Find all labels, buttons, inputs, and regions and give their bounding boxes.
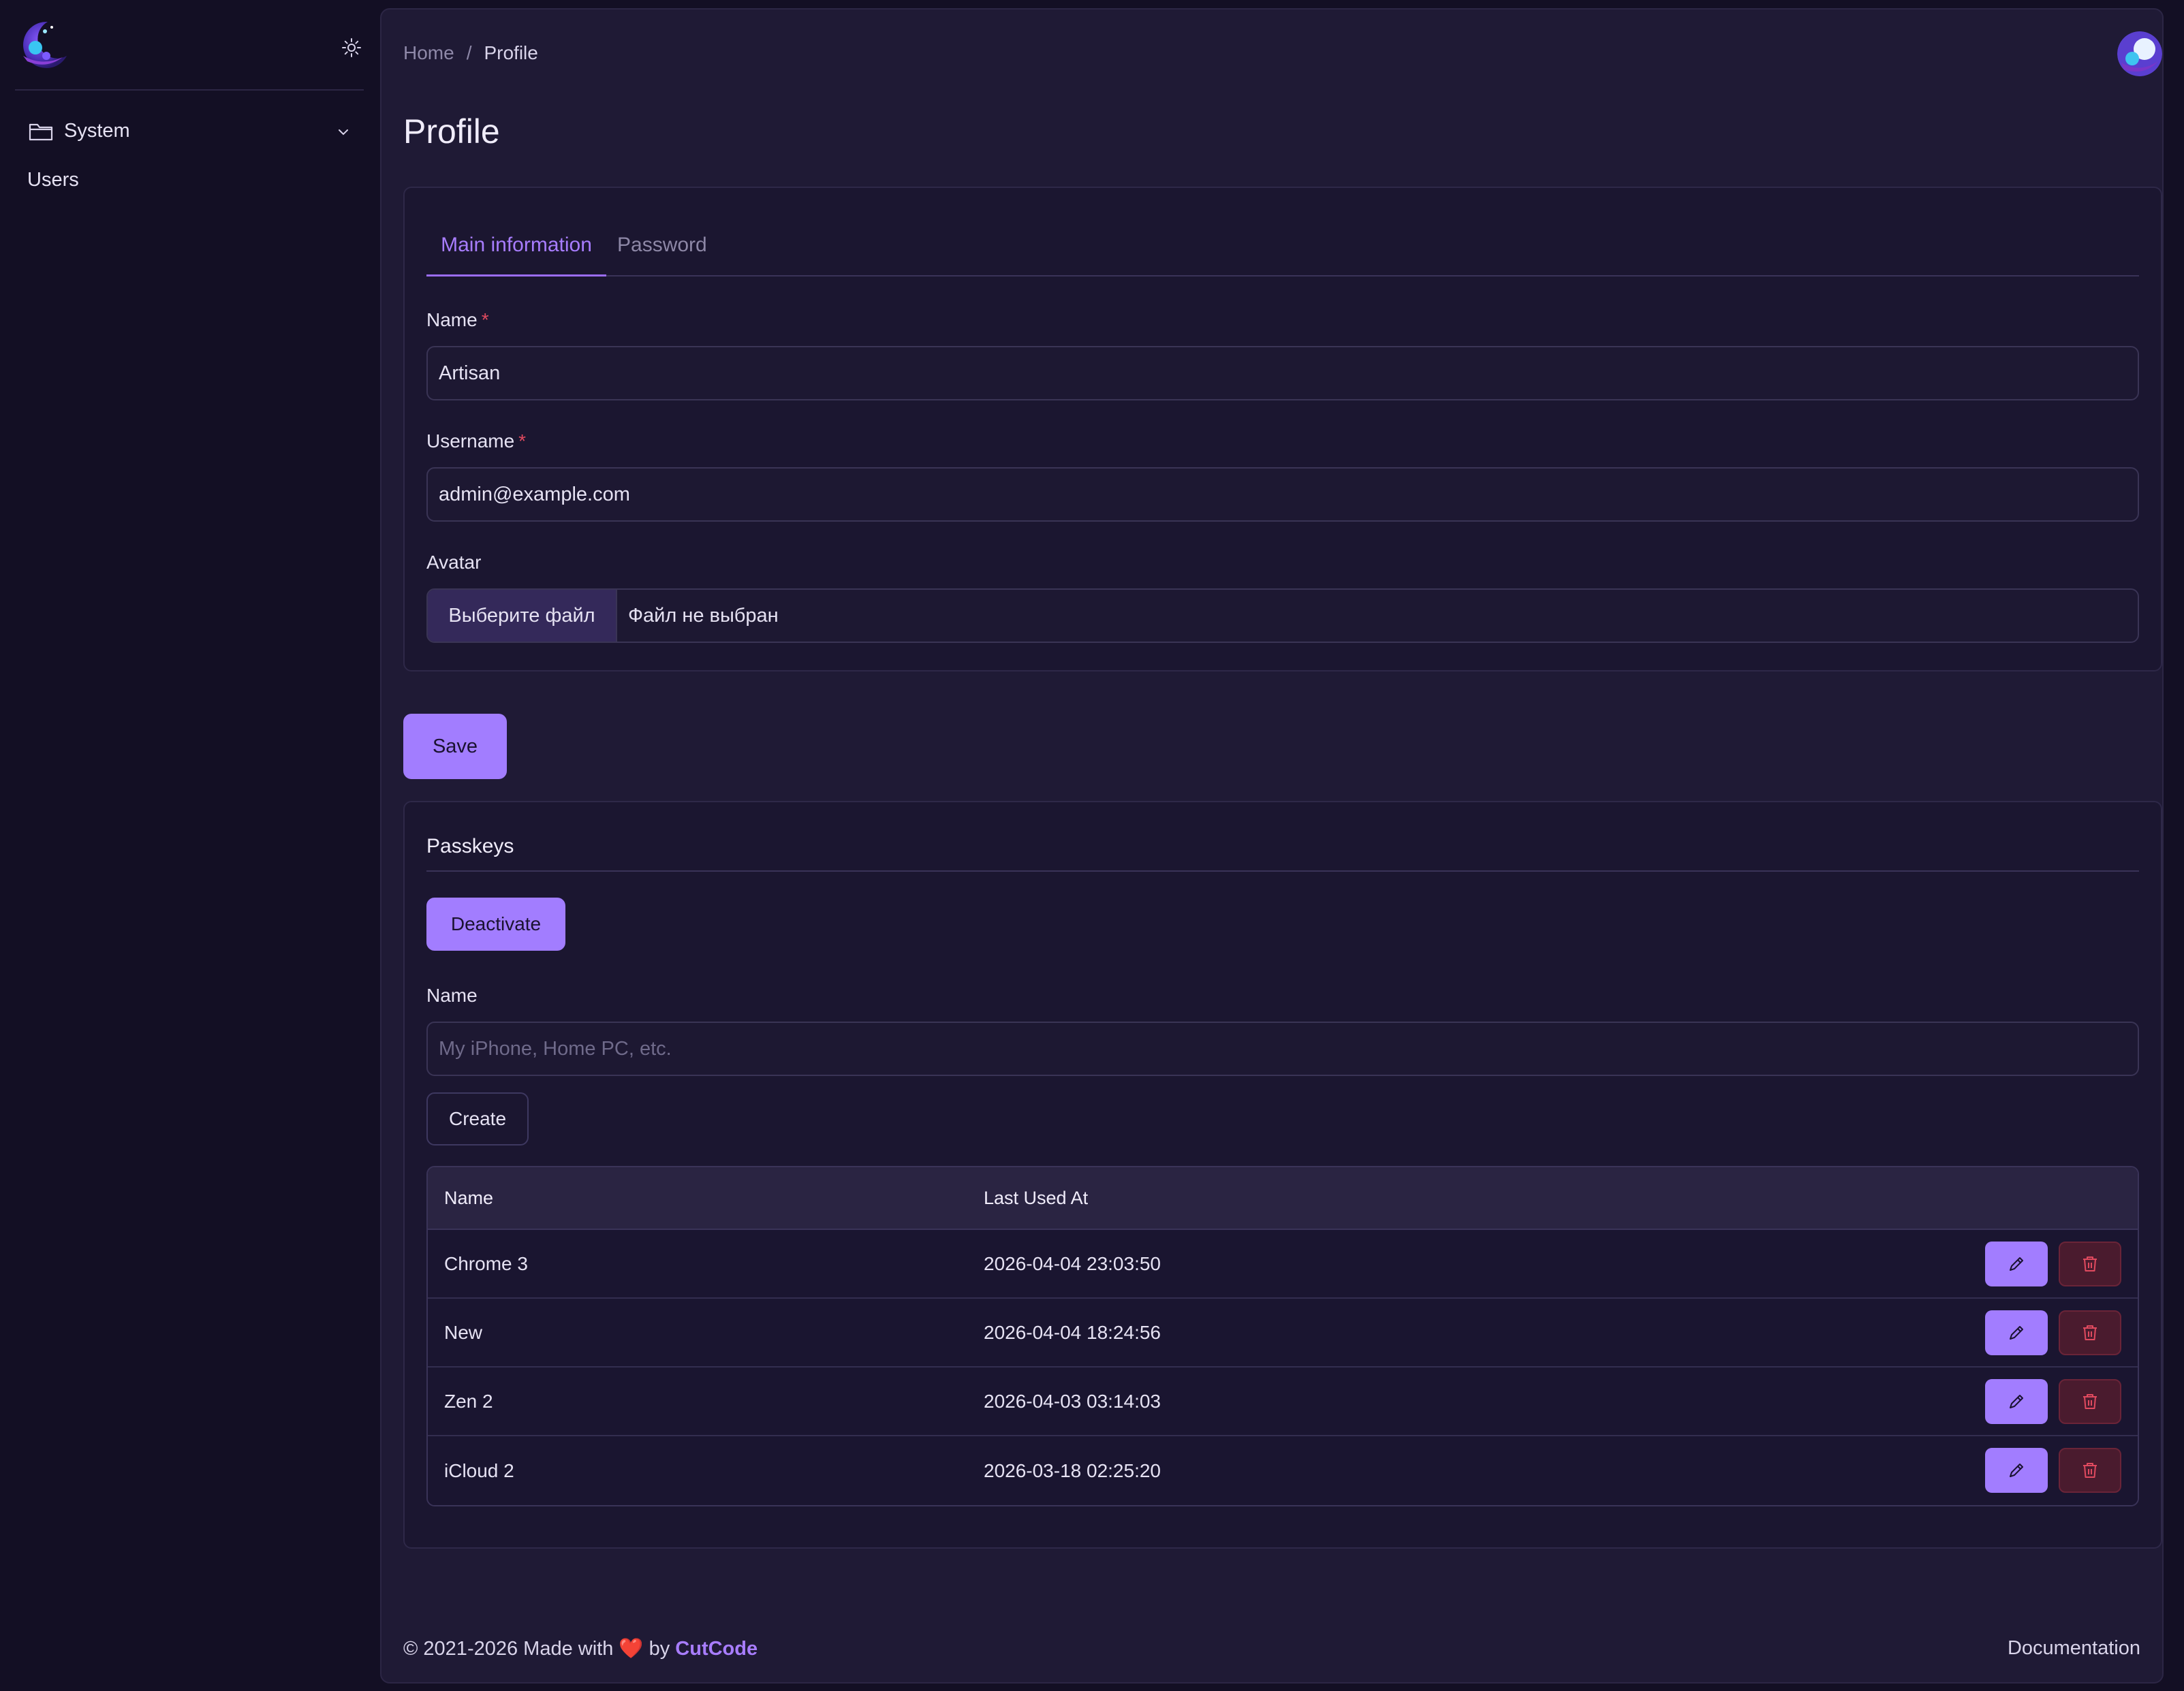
column-header-name: Name <box>444 1187 494 1208</box>
footer-copyright: © 2021-2026 Made with ❤️ by CutCode <box>403 1637 758 1660</box>
cell-last-used: 2026-04-03 03:14:03 <box>984 1390 1161 1412</box>
file-status: Файл не выбран <box>628 605 779 627</box>
avatar-file-input[interactable]: Выберите файл Файл не выбран <box>426 588 2139 643</box>
cell-name: Zen 2 <box>444 1390 493 1412</box>
tab-password[interactable]: Password <box>617 214 707 276</box>
breadcrumb-separator: / <box>466 42 472 63</box>
required-marker: * <box>481 309 489 330</box>
tab-main-information[interactable]: Main information <box>426 214 606 276</box>
passkey-name-input[interactable]: My iPhone, Home PC, etc. <box>426 1022 2139 1076</box>
table-row: iCloud 2 2026-03-18 02:25:20 <box>428 1436 2138 1505</box>
name-field[interactable]: Artisan <box>426 346 2139 400</box>
cell-last-used: 2026-04-04 23:03:50 <box>984 1252 1161 1274</box>
trash-icon <box>2083 1325 2097 1340</box>
row-actions <box>1985 1242 2121 1286</box>
name-label-text: Name <box>426 309 478 330</box>
heart-icon: ❤️ <box>619 1638 644 1660</box>
trash-icon <box>2083 1463 2097 1478</box>
user-avatar[interactable] <box>2117 31 2162 76</box>
sidebar-item-users[interactable]: Users <box>27 169 79 191</box>
create-button[interactable]: Create <box>426 1092 529 1145</box>
delete-button[interactable] <box>2059 1242 2121 1286</box>
profile-form-card: Main information Password Name * Artisan … <box>403 187 2162 671</box>
name-label: Name * <box>426 309 489 331</box>
column-header-last-used: Last Used At <box>984 1187 1089 1208</box>
row-actions <box>1985 1448 2121 1493</box>
pencil-icon <box>2010 1257 2023 1271</box>
username-field[interactable]: admin@example.com <box>426 467 2139 522</box>
delete-button[interactable] <box>2059 1448 2121 1493</box>
main-content: Home / Profile Profile Main information … <box>380 8 2164 1684</box>
row-actions <box>1985 1310 2121 1355</box>
save-button[interactable]: Save <box>403 714 507 779</box>
sidebar-divider <box>15 89 364 91</box>
table-header: Name Last Used At <box>428 1167 2138 1230</box>
pencil-icon <box>2010 1464 2023 1477</box>
sidebar: System Users <box>0 0 380 1691</box>
delete-button[interactable] <box>2059 1379 2121 1424</box>
required-marker: * <box>518 430 527 452</box>
username-label-text: Username <box>426 430 515 452</box>
sidebar-group-system[interactable]: System <box>15 109 364 153</box>
cell-last-used: 2026-03-18 02:25:20 <box>984 1459 1161 1481</box>
username-label: Username * <box>426 430 526 452</box>
cell-last-used: 2026-04-04 18:24:56 <box>984 1321 1161 1343</box>
sun-icon[interactable] <box>338 34 365 61</box>
chevron-down-icon <box>335 124 352 140</box>
row-actions <box>1985 1379 2121 1424</box>
breadcrumb-home[interactable]: Home <box>403 42 454 64</box>
copyright-text: © 2021-2026 Made with <box>403 1638 614 1660</box>
table-row: New 2026-04-04 18:24:56 <box>428 1299 2138 1368</box>
edit-button[interactable] <box>1985 1242 2048 1286</box>
page-title: Profile <box>403 112 500 151</box>
cell-name: New <box>444 1321 483 1343</box>
edit-button[interactable] <box>1985 1379 2048 1424</box>
passkeys-title: Passkeys <box>426 835 514 857</box>
edit-button[interactable] <box>1985 1310 2048 1355</box>
by-text: by <box>649 1638 670 1660</box>
folder-icon <box>27 117 54 144</box>
deactivate-button[interactable]: Deactivate <box>426 898 565 951</box>
cutcode-link[interactable]: CutCode <box>675 1638 758 1660</box>
cell-name: iCloud 2 <box>444 1459 514 1481</box>
table-row: Chrome 3 2026-04-04 23:03:50 <box>428 1230 2138 1299</box>
cell-name: Chrome 3 <box>444 1252 528 1274</box>
table-row: Zen 2 2026-04-03 03:14:03 <box>428 1368 2138 1436</box>
trash-icon <box>2083 1394 2097 1409</box>
profile-tabs: Main information Password <box>426 214 2139 276</box>
edit-button[interactable] <box>1985 1448 2048 1493</box>
trash-icon <box>2083 1257 2097 1271</box>
passkey-name-label: Name <box>426 985 478 1006</box>
sidebar-group-label: System <box>64 119 130 142</box>
delete-button[interactable] <box>2059 1310 2121 1355</box>
breadcrumb-current: Profile <box>484 42 538 63</box>
passkeys-divider <box>426 870 2139 872</box>
moon-logo-icon[interactable] <box>15 18 69 72</box>
choose-file-button[interactable]: Выберите файл <box>428 590 617 642</box>
breadcrumb: Home / Profile <box>403 42 538 64</box>
passkeys-card: Passkeys Deactivate Name My iPhone, Home… <box>403 801 2162 1549</box>
passkeys-table: Name Last Used At Chrome 3 2026-04-04 23… <box>426 1166 2139 1506</box>
pencil-icon <box>2010 1326 2023 1340</box>
avatar-label: Avatar <box>426 552 482 573</box>
pencil-icon <box>2010 1395 2023 1408</box>
documentation-link[interactable]: Documentation <box>2008 1637 2140 1660</box>
